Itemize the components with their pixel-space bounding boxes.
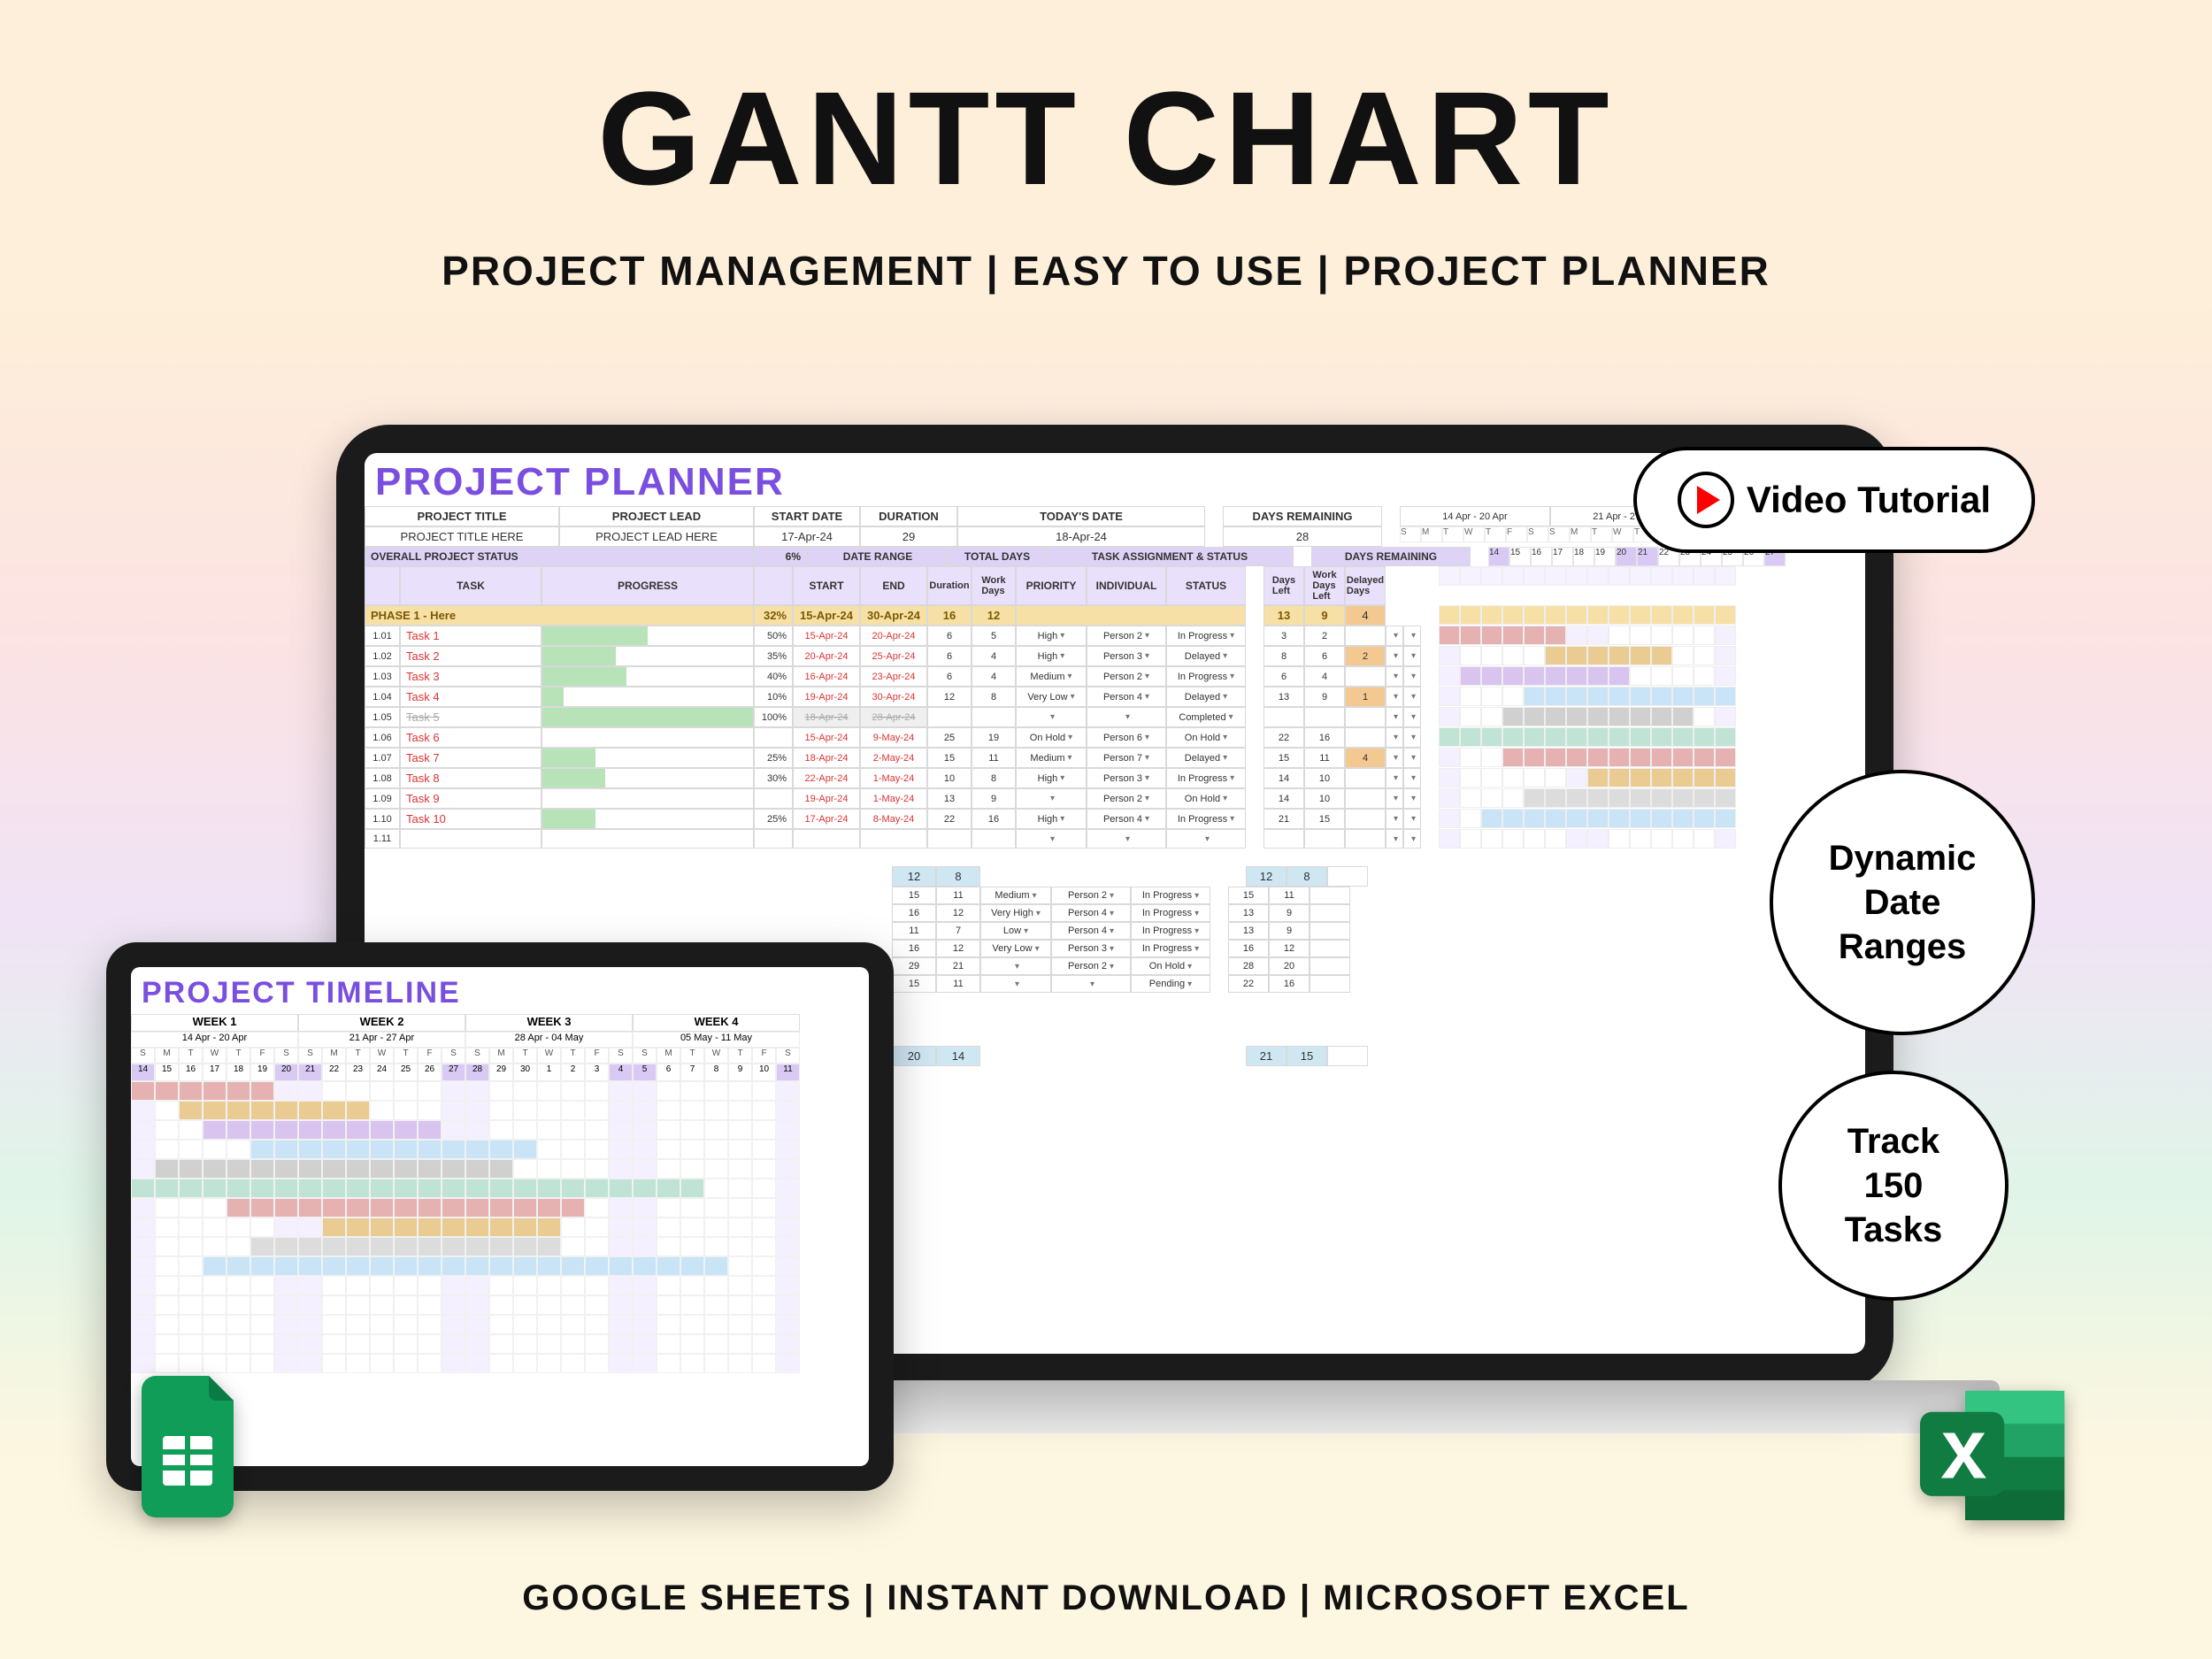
priority-dropdown[interactable] [1016, 829, 1087, 849]
task-row[interactable]: 1.09 Task 9 19-Apr-24 1-May-24 13 9 Pers… [365, 788, 1865, 809]
priority-dropdown[interactable]: High [1016, 626, 1087, 646]
timeline-row [131, 1179, 869, 1198]
status-dropdown[interactable]: Delayed [1166, 646, 1246, 666]
priority-dropdown[interactable]: High [1016, 768, 1087, 788]
project-title-input[interactable]: PROJECT TITLE HERE [365, 526, 559, 547]
page-title: GANTT CHART [0, 0, 2212, 215]
timeline-row [131, 1159, 869, 1179]
status-dropdown[interactable]: In Progress [1166, 809, 1246, 829]
priority-dropdown[interactable]: High [1016, 646, 1087, 666]
track-tasks-circle: Track 150 Tasks [1778, 1071, 2008, 1301]
project-timeline-sheet[interactable]: PROJECT TIMELINEWEEK 1WEEK 2WEEK 3WEEK 4… [131, 967, 869, 1373]
task-row[interactable]: 1.02 Task 2 35% 20-Apr-24 25-Apr-24 6 4 … [365, 646, 1865, 666]
timeline-heading: PROJECT TIMELINE [131, 967, 869, 1014]
timeline-row [131, 1256, 869, 1276]
assignee-dropdown[interactable] [1087, 707, 1166, 727]
task-row[interactable]: 1.06 Task 6 15-Apr-24 9-May-24 25 19 On … [365, 727, 1865, 748]
priority-dropdown[interactable]: Medium [1016, 748, 1087, 768]
status-dropdown[interactable]: Delayed [1166, 687, 1246, 707]
task-row[interactable]: 1.05 Task 5 100% 18-Apr-24 28-Apr-24 Com… [365, 707, 1865, 727]
assignee-dropdown[interactable] [1087, 829, 1166, 849]
assignee-dropdown[interactable]: Person 7 [1087, 748, 1166, 768]
status-dropdown[interactable]: On Hold [1166, 727, 1246, 748]
task-row[interactable]: 1.04 Task 4 10% 19-Apr-24 30-Apr-24 12 8… [365, 687, 1865, 707]
task-row[interactable]: 1.10 Task 10 25% 17-Apr-24 8-May-24 22 1… [365, 809, 1865, 829]
timeline-row [131, 1120, 869, 1140]
timeline-row [131, 1081, 869, 1101]
page-footer: GOOGLE SHEETS | INSTANT DOWNLOAD | MICRO… [0, 1578, 2212, 1618]
task-row[interactable]: 1.11 [365, 829, 1865, 849]
page-subtitle: PROJECT MANAGEMENT | EASY TO USE | PROJE… [0, 247, 2212, 295]
timeline-row [131, 1101, 869, 1120]
assignee-dropdown[interactable]: Person 6 [1087, 727, 1166, 748]
microsoft-excel-icon [1920, 1385, 2070, 1526]
video-tutorial-label: Video Tutorial [1747, 479, 1991, 521]
task-row[interactable]: 1.03 Task 3 40% 16-Apr-24 23-Apr-24 6 4 … [365, 666, 1865, 687]
task-row[interactable]: 1.08 Task 8 30% 22-Apr-24 1-May-24 10 8 … [365, 768, 1865, 788]
dynamic-dates-circle: Dynamic Date Ranges [1770, 770, 2035, 1035]
timeline-row [131, 1217, 869, 1237]
assignee-dropdown[interactable]: Person 4 [1087, 687, 1166, 707]
priority-dropdown[interactable]: High [1016, 809, 1087, 829]
status-dropdown[interactable]: On Hold [1166, 788, 1246, 809]
project-lead-input[interactable]: PROJECT LEAD HERE [559, 526, 754, 547]
timeline-row [131, 1140, 869, 1159]
status-dropdown[interactable]: In Progress [1166, 626, 1246, 646]
status-dropdown[interactable]: Delayed [1166, 748, 1246, 768]
task-row[interactable]: 1.01 Task 1 50% 15-Apr-24 20-Apr-24 6 5 … [365, 626, 1865, 646]
priority-dropdown[interactable]: On Hold [1016, 727, 1087, 748]
status-dropdown[interactable]: In Progress [1166, 768, 1246, 788]
status-dropdown[interactable]: Completed [1166, 707, 1246, 727]
task-row[interactable]: 1.07 Task 7 25% 18-Apr-24 2-May-24 15 11… [365, 748, 1865, 768]
assignee-dropdown[interactable]: Person 2 [1087, 666, 1166, 687]
timeline-row [131, 1198, 869, 1217]
task-row[interactable]: 16 12 Very High Person 4 In Progress 13 … [365, 904, 1865, 922]
assignee-dropdown[interactable]: Person 3 [1087, 768, 1166, 788]
google-sheets-icon [142, 1376, 248, 1517]
task-row[interactable]: 11 7 Low Person 4 In Progress 13 9 [365, 922, 1865, 940]
play-icon [1678, 472, 1734, 528]
priority-dropdown[interactable]: Medium [1016, 666, 1087, 687]
task-row[interactable]: 15 11 Medium Person 2 In Progress 15 11 [365, 887, 1865, 904]
assignee-dropdown[interactable]: Person 3 [1087, 646, 1166, 666]
priority-dropdown[interactable] [1016, 707, 1087, 727]
video-tutorial-pill[interactable]: Video Tutorial [1633, 447, 2035, 553]
status-dropdown[interactable]: In Progress [1166, 666, 1246, 687]
assignee-dropdown[interactable]: Person 2 [1087, 626, 1166, 646]
assignee-dropdown[interactable]: Person 2 [1087, 788, 1166, 809]
assignee-dropdown[interactable]: Person 4 [1087, 809, 1166, 829]
timeline-row [131, 1237, 869, 1256]
priority-dropdown[interactable] [1016, 788, 1087, 809]
priority-dropdown[interactable]: Very Low [1016, 687, 1087, 707]
status-dropdown[interactable] [1166, 829, 1246, 849]
